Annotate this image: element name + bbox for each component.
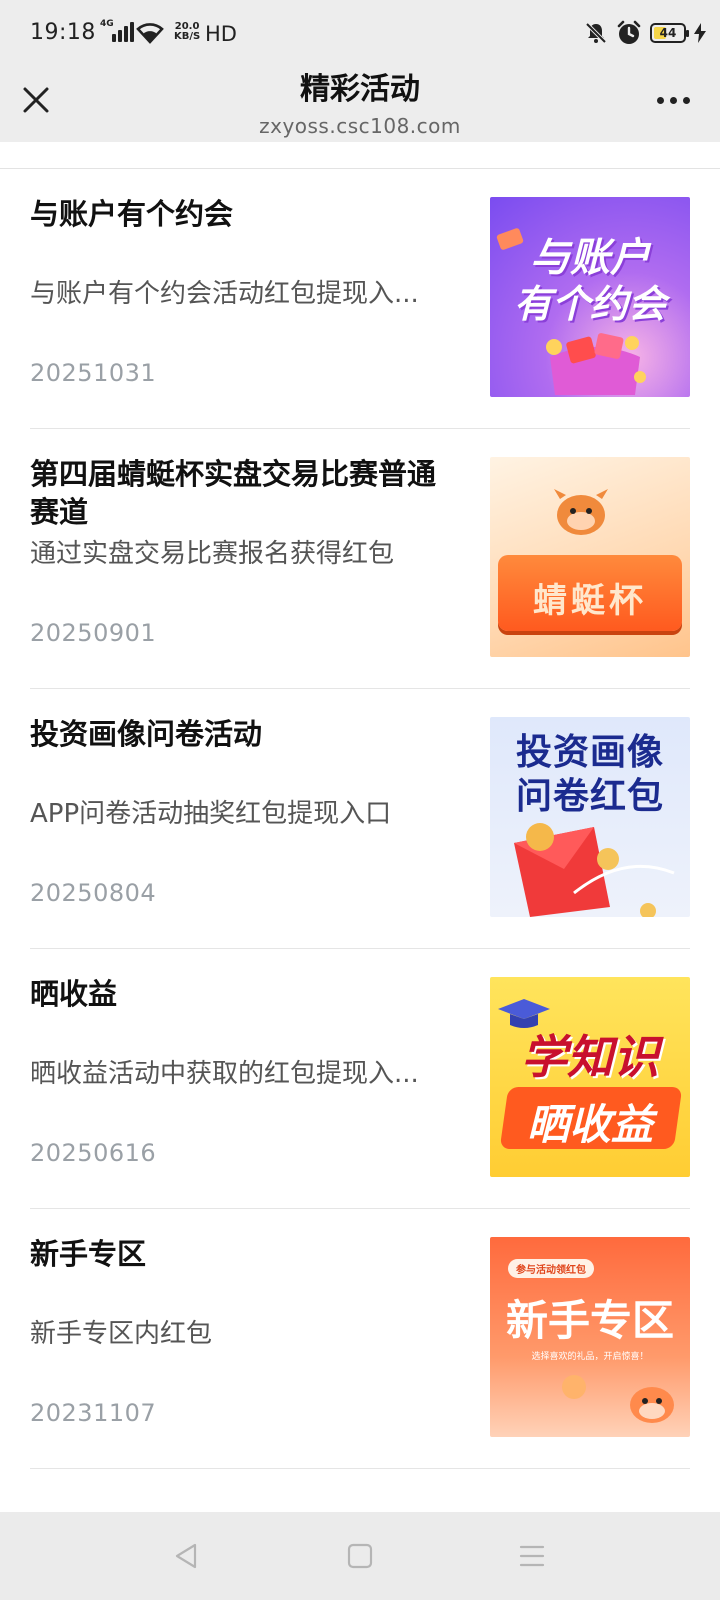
activity-title: 与账户有个约会 (30, 197, 234, 231)
activity-title: 晒收益 (30, 977, 118, 1011)
activity-description: 通过实盘交易比赛报名获得红包 (30, 539, 395, 569)
activity-item[interactable]: 晒收益 晒收益活动中获取的红包提现入... 20250616 学知识 晒收益 (30, 949, 690, 1209)
title-group: 精彩活动 zxyoss.csc108.com (160, 64, 560, 138)
alarm-icon (617, 20, 641, 44)
thumbnail-caption: 学知识 (521, 1030, 659, 1084)
activity-list: 与账户有个约会 与账户有个约会活动红包提现入... 20251031 与账户 有… (0, 169, 720, 1469)
activity-item[interactable]: 与账户有个约会 与账户有个约会活动红包提现入... 20251031 与账户 有… (30, 169, 690, 429)
battery-icon: 44 (650, 23, 689, 43)
coin-icon (562, 1375, 586, 1399)
more-dot-icon (669, 96, 677, 104)
mute-bell-icon (585, 22, 607, 44)
menu-lines-icon (519, 1545, 545, 1567)
activity-description: 与账户有个约会活动红包提现入... (30, 279, 419, 309)
wifi-icon (136, 23, 164, 44)
nav-menu-button[interactable] (512, 1536, 552, 1576)
activity-item[interactable]: 第四届蜻蜓杯实盘交易比赛普通赛道 通过实盘交易比赛报名获得红包 20250901… (30, 429, 690, 689)
activity-title: 投资画像问卷活动 (30, 717, 263, 751)
activity-date: 20231107 (30, 1399, 157, 1427)
network-type-label: 4G (100, 19, 114, 29)
activity-thumbnail[interactable]: 投资画像 问卷红包 (490, 717, 690, 917)
activity-title: 第四届蜻蜓杯实盘交易比赛普通赛道 (30, 457, 437, 529)
home-square-icon (347, 1543, 373, 1569)
speed-unit: KB/S (174, 31, 201, 42)
back-triangle-icon (175, 1543, 197, 1569)
mascot-icon (554, 489, 608, 535)
cellular-signal-icon: 4G (100, 19, 134, 42)
more-options-button[interactable] (648, 82, 698, 118)
activity-thumbnail[interactable]: 学知识 晒收益 (490, 977, 690, 1177)
status-bar: 19:18 4G 20.0 KB/S HD 44 (0, 0, 720, 72)
status-time: 19:18 (30, 20, 96, 45)
activity-thumbnail[interactable]: 蜻蜓杯 (490, 457, 690, 657)
activity-description: APP问卷活动抽奖红包提现入口 (30, 799, 392, 829)
nav-back-button[interactable] (166, 1536, 206, 1576)
status-right-icons: 44 (584, 20, 706, 46)
mascot-icon (630, 1387, 674, 1423)
more-dot-icon (682, 96, 690, 104)
page-url: zxyoss.csc108.com (259, 114, 461, 138)
activity-description: 新手专区内红包 (30, 1319, 213, 1349)
thumbnail-caption: 晒收益 (526, 1100, 653, 1149)
activity-item[interactable]: 新手专区 新手专区内红包 20231107 参与活动领红包 新手专区 选择喜欢的… (30, 1209, 690, 1469)
title-bar: 精彩活动 zxyoss.csc108.com (0, 72, 720, 142)
network-speed: 20.0 KB/S (174, 22, 200, 42)
activity-description: 晒收益活动中获取的红包提现入... (30, 1059, 419, 1089)
thumbnail-caption: 蜻蜓杯 (533, 581, 647, 621)
activity-date: 20250804 (30, 879, 157, 907)
gift-box-icon (546, 333, 646, 395)
system-navigation-bar (0, 1512, 720, 1600)
activity-date: 20250901 (30, 619, 157, 647)
red-envelope-icon (514, 823, 675, 917)
hd-label: HD (205, 22, 237, 46)
charging-icon (694, 23, 706, 43)
page-title: 精彩活动 (300, 72, 420, 107)
more-dot-icon (656, 96, 664, 104)
thumbnail-caption: 问卷红包 (515, 776, 664, 817)
thumbnail-caption: 选择喜欢的礼品，开启惊喜！ (531, 1352, 649, 1362)
activity-item[interactable]: 投资画像问卷活动 APP问卷活动抽奖红包提现入口 20250804 投资画像 问… (30, 689, 690, 949)
activity-date: 20250616 (30, 1139, 157, 1167)
thumbnail-badge: 参与活动领红包 (508, 1259, 594, 1278)
activity-thumbnail[interactable]: 与账户 有个约会 (490, 197, 690, 397)
activity-title: 新手专区 (30, 1237, 147, 1271)
activity-thumbnail[interactable]: 参与活动领红包 新手专区 选择喜欢的礼品，开启惊喜！ (490, 1237, 690, 1437)
activity-date: 20251031 (30, 359, 157, 387)
close-button[interactable] (14, 78, 58, 122)
battery-level: 44 (659, 26, 677, 40)
close-icon (23, 87, 49, 113)
nav-home-button[interactable] (340, 1536, 380, 1576)
thumbnail-caption: 新手专区 (505, 1296, 674, 1345)
